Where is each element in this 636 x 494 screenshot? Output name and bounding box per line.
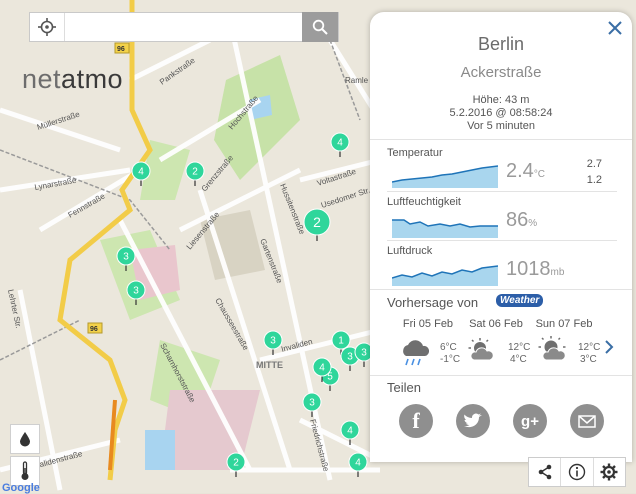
forecast-day-1: Fri 05 Feb (402, 318, 454, 330)
search-button[interactable] (302, 12, 338, 42)
divider (370, 375, 632, 376)
temperature-max: 2.7 (586, 158, 602, 170)
share-mail-button[interactable] (570, 404, 604, 438)
share-icon (538, 464, 551, 480)
crosshair-icon (38, 18, 56, 36)
station-marker-label: 1 (338, 336, 344, 347)
info-button[interactable] (560, 458, 592, 486)
station-marker-label: 3 (270, 336, 276, 347)
station-marker-label: 2 (192, 167, 198, 178)
humidity-number: 86 (506, 209, 529, 231)
forecast-day-2-low: 4°C (510, 354, 527, 365)
station-marker-label: 3 (347, 352, 353, 363)
divider (387, 191, 617, 192)
facebook-icon: f (412, 408, 420, 433)
forecast-day-3-low: 3°C (580, 354, 597, 365)
station-update-age: Vor 5 minuten (467, 120, 535, 132)
logo-text-atmo: atmo (61, 64, 124, 94)
netatmo-logo: netatmo (22, 64, 123, 95)
pressure-number: 1018 (506, 258, 551, 280)
chevron-right-icon (605, 340, 614, 354)
rain-layer-button[interactable] (10, 424, 40, 454)
settings-button[interactable] (592, 458, 625, 486)
station-altitude: Höhe: 43 m (472, 94, 530, 106)
share-google-plus-button[interactable]: g+ (513, 404, 547, 438)
forecast-day-1-low: -1°C (440, 354, 461, 365)
divider (370, 289, 632, 290)
humidity-value: 86% (506, 209, 537, 232)
forecast-day-3: Sun 07 Feb (535, 318, 593, 330)
weather-provider-text: Weather (500, 295, 540, 306)
station-marker-label: 3 (361, 348, 367, 359)
temperature-sparkline[interactable] (392, 160, 498, 188)
station-marker-label: 3 (123, 252, 129, 263)
station-marker-label: 4 (355, 458, 361, 469)
station-street: Ackerstraße (460, 64, 542, 81)
pressure-sparkline[interactable] (392, 258, 498, 286)
station-marker-label: 2 (233, 458, 239, 469)
thermometer-icon (21, 461, 29, 480)
station-info-panel: Berlin Ackerstraße Höhe: 43 m 5.2.2016 @… (370, 12, 632, 462)
search-bar (29, 12, 339, 42)
logo-text-net: net (22, 64, 62, 94)
station-marker-label: 2 (313, 214, 321, 230)
forecast-title: Vorhersage von (387, 295, 478, 310)
temperature-min: 1.2 (586, 174, 602, 186)
weather-provider-logo: Weather (496, 294, 544, 307)
station-marker-label: 3 (309, 398, 315, 409)
temperature-value: 2.4°C (506, 160, 545, 183)
forecast-day-1-high: 6°C (440, 342, 457, 353)
share-twitter-button[interactable] (456, 404, 490, 438)
share-title: Teilen (387, 380, 421, 395)
pressure-label: Luftdruck (387, 245, 433, 257)
svg-text:96: 96 (117, 46, 125, 53)
forecast-day-2-high: 12°C (508, 342, 531, 353)
gear-icon (600, 463, 618, 481)
twitter-icon (464, 413, 482, 428)
forecast-next-arrow[interactable] (604, 338, 614, 361)
divider (387, 240, 617, 241)
svg-text:96: 96 (90, 326, 98, 333)
station-datetime: 5.2.2016 @ 08:58:24 (449, 107, 553, 119)
locate-me-button[interactable] (30, 13, 65, 41)
forecast-day-3-high: 12°C (578, 342, 601, 353)
sun-cloud-icon (538, 336, 566, 361)
station-marker-label: 4 (319, 363, 325, 374)
temperature-unit: °C (533, 169, 546, 180)
mail-icon (578, 414, 596, 428)
street-label: Ramle (345, 76, 369, 85)
info-icon (568, 463, 586, 481)
forecast-title-text: Vorhersage von (387, 295, 479, 310)
pressure-unit: mb (550, 267, 565, 278)
temperature-label: Temperatur (387, 147, 443, 159)
share-button[interactable] (529, 458, 560, 486)
district-label: MITTE (256, 360, 283, 370)
bottom-toolbar (528, 457, 626, 487)
forecast-day-2: Sat 06 Feb (469, 318, 523, 330)
google-text: Google (2, 482, 40, 494)
station-marker-label: 4 (138, 167, 144, 178)
google-plus-icon: g+ (521, 412, 539, 430)
share-facebook-button[interactable]: f (399, 404, 433, 438)
search-icon (312, 19, 328, 35)
google-attribution: Google (2, 482, 40, 494)
sun-cloud-icon (468, 338, 494, 361)
humidity-sparkline[interactable] (392, 210, 498, 238)
water-drop-icon (20, 432, 30, 447)
humidity-unit: % (528, 218, 538, 229)
station-city: Berlin (477, 34, 525, 54)
station-marker-label: 4 (347, 426, 353, 437)
pressure-value: 1018mb (506, 258, 564, 281)
rain-cloud-icon (403, 340, 430, 366)
station-marker-label: 3 (133, 286, 139, 297)
station-marker-label: 4 (337, 138, 343, 149)
divider (370, 139, 632, 140)
humidity-label: Luftfeuchtigkeit (387, 196, 461, 208)
temperature-number: 2.4 (506, 160, 534, 182)
search-input[interactable] (65, 14, 302, 40)
